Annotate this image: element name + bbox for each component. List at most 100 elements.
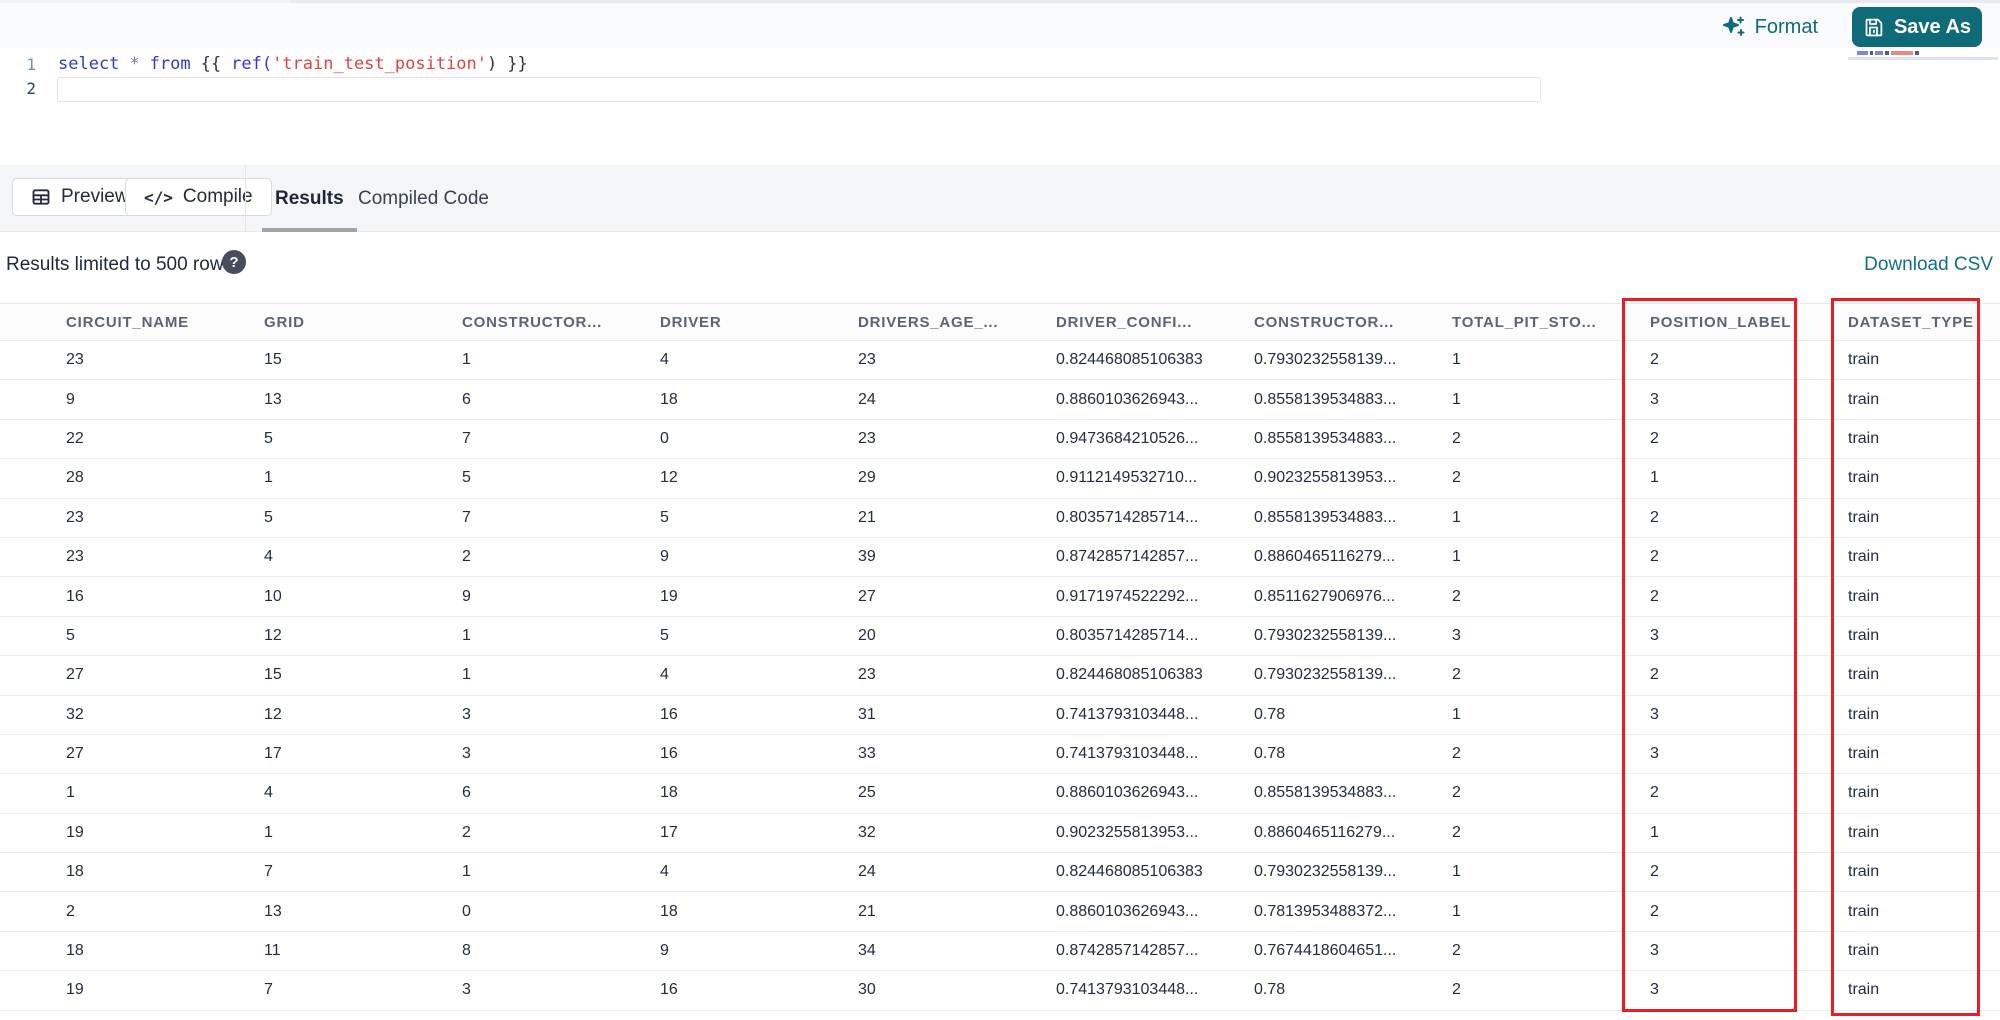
table-row[interactable]: 22 5 7 0 23 0.9473684210526... 0.8558139… [0, 419, 2000, 460]
cell-drivers-age: 24 [858, 390, 876, 408]
results-limit-text: Results limited to 500 rows. [6, 254, 239, 275]
format-button[interactable]: Format [1722, 11, 1818, 43]
cell-grid: 5 [264, 508, 273, 526]
cell-driver-confidence: 0.8742857142857... [1056, 548, 1199, 566]
help-icon[interactable]: ? [222, 250, 246, 274]
download-csv-link[interactable]: Download CSV [1864, 254, 1993, 276]
cell-driver: 18 [660, 390, 678, 408]
table-header-cell[interactable]: CIRCUIT_NAME [66, 314, 264, 331]
table-row[interactable]: 18 7 1 4 24 0.824468085106383 0.79302325… [0, 853, 2000, 893]
cell-total-pit-stops: 1 [1452, 351, 1461, 369]
cell-circuit-name: 23 [66, 548, 84, 566]
cell-driver: 0 [660, 429, 669, 447]
cell-dataset-type: train [1848, 390, 1880, 408]
cell-total-pit-stops: 1 [1452, 705, 1461, 723]
cell-constructor-2: 0.7930232558139... [1254, 626, 1397, 644]
cell-driver: 16 [660, 981, 678, 999]
cell-driver-confidence: 0.9473684210526... [1056, 429, 1199, 447]
cell-constructor: 1 [462, 626, 471, 644]
cell-dataset-type: train [1848, 902, 1880, 920]
results-panel-header: Preview </> Compile Results Compiled Cod… [0, 165, 2000, 232]
table-row[interactable]: 19 1 2 17 32 0.9023255813953... 0.886046… [0, 813, 2000, 854]
cell-position-label: 3 [1650, 745, 1659, 763]
editor-minimap[interactable] [1857, 51, 1919, 55]
cell-position-label: 2 [1650, 784, 1659, 802]
cell-grid: 15 [264, 351, 282, 369]
tab-compiled-code[interactable]: Compiled Code [348, 165, 499, 232]
table-header-cell[interactable]: CONSTRUCTOR... [1254, 314, 1452, 331]
cell-driver: 19 [660, 587, 678, 605]
cell-constructor: 1 [462, 666, 471, 684]
table-row[interactable]: 32 12 3 16 31 0.7413793103448... 0.78 1 … [0, 695, 2000, 735]
dbt-ide-screen: Format Save As 1 2 select * from {{ref('tra… [0, 0, 2000, 1020]
code-editor[interactable]: 1 2 select * from {{ref('train_test_positio… [0, 48, 2000, 165]
cell-position-label: 2 [1650, 587, 1659, 605]
table-row[interactable]: 18 11 8 9 34 0.8742857142857... 0.767441… [0, 931, 2000, 972]
table-row[interactable]: 27 15 1 4 23 0.824468085106383 0.7930232… [0, 656, 2000, 696]
table-header-cell[interactable]: DRIVER_CONFI... [1056, 314, 1254, 331]
cell-constructor: 6 [462, 784, 471, 802]
save-as-button[interactable]: Save As [1852, 7, 1982, 47]
table-header-cell[interactable]: CONSTRUCTOR... [462, 314, 660, 331]
table-row[interactable]: 27 17 3 16 33 0.7413793103448... 0.78 2 … [0, 734, 2000, 775]
sparkle-icon [1722, 15, 1746, 39]
table-header-cell[interactable]: DATASET_TYPE [1848, 314, 2000, 331]
cell-total-pit-stops: 2 [1452, 429, 1461, 447]
cell-position-label: 3 [1650, 942, 1659, 960]
cell-total-pit-stops: 3 [1452, 626, 1461, 644]
cell-driver: 12 [660, 469, 678, 487]
cell-constructor-2: 0.8511627906976... [1254, 587, 1396, 605]
cell-dataset-type: train [1848, 666, 1880, 684]
jinja-open-brace: {{ [200, 54, 222, 74]
cell-grid: 1 [264, 823, 273, 841]
cell-position-label: 2 [1650, 351, 1659, 369]
cell-constructor: 2 [462, 823, 471, 841]
cell-position-label: 2 [1650, 429, 1659, 447]
cell-dataset-type: train [1848, 863, 1880, 881]
cell-drivers-age: 24 [858, 863, 876, 881]
cell-drivers-age: 20 [858, 626, 876, 644]
table-header-cell[interactable]: POSITION_LABEL [1650, 314, 1848, 331]
table-row[interactable]: 23 15 1 4 23 0.824468085106383 0.7930232… [0, 341, 2000, 381]
cell-circuit-name: 2 [66, 902, 75, 920]
table-row[interactable]: 16 10 9 19 27 0.9171974522292... 0.85116… [0, 577, 2000, 617]
cell-circuit-name: 9 [66, 390, 75, 408]
cell-driver-confidence: 0.9023255813953... [1056, 823, 1199, 841]
table-row[interactable]: 2 13 0 18 21 0.8860103626943... 0.781395… [0, 892, 2000, 932]
cell-driver: 5 [660, 626, 669, 644]
cell-constructor-2: 0.8860465116279... [1254, 548, 1396, 566]
cell-grid: 12 [264, 705, 282, 723]
code-line-1[interactable]: select * from {{ref('train_test_position')}… [58, 54, 528, 74]
cell-circuit-name: 5 [66, 626, 75, 644]
cell-total-pit-stops: 1 [1452, 508, 1461, 526]
active-line-highlight [57, 77, 1541, 102]
table-header-cell[interactable]: GRID [264, 314, 462, 331]
save-icon [1863, 17, 1884, 38]
cell-total-pit-stops: 1 [1452, 548, 1461, 566]
sql-star-operator: * [129, 54, 140, 74]
table-row[interactable]: 1 4 6 18 25 0.8860103626943... 0.8558139… [0, 774, 2000, 814]
cell-dataset-type: train [1848, 626, 1880, 644]
table-header-cell[interactable]: TOTAL_PIT_STO... [1452, 314, 1650, 331]
cell-grid: 12 [264, 626, 282, 644]
table-header-cell[interactable]: DRIVERS_AGE_... [858, 314, 1056, 331]
table-row[interactable]: 5 12 1 5 20 0.8035714285714... 0.7930232… [0, 616, 2000, 657]
compile-button[interactable]: </> Compile [125, 178, 272, 216]
table-row[interactable]: 28 1 5 12 29 0.9112149532710... 0.902325… [0, 459, 2000, 499]
cell-constructor: 8 [462, 942, 471, 960]
table-row[interactable]: 23 5 7 5 21 0.8035714285714... 0.8558139… [0, 498, 2000, 538]
cell-constructor: 7 [462, 429, 471, 447]
table-row[interactable]: 23 4 2 9 39 0.8742857142857... 0.8860465… [0, 537, 2000, 578]
table-header-row: CIRCUIT_NAME GRID CONSTRUCTOR... DRIVER DRIV… [0, 303, 2000, 341]
table-row[interactable]: 19 7 3 16 30 0.7413793103448... 0.78 2 3… [0, 971, 2000, 1011]
table-header-cell[interactable]: DRIVER [660, 314, 858, 331]
cell-constructor-2: 0.7930232558139... [1254, 351, 1397, 369]
cell-drivers-age: 32 [858, 823, 876, 841]
table-row[interactable]: 9 13 6 18 24 0.8860103626943... 0.855813… [0, 380, 2000, 420]
cell-dataset-type: train [1848, 705, 1880, 723]
cell-circuit-name: 1 [66, 784, 75, 802]
cell-total-pit-stops: 2 [1452, 942, 1461, 960]
cell-drivers-age: 21 [858, 508, 876, 526]
cell-drivers-age: 39 [858, 548, 876, 566]
tab-results[interactable]: Results [262, 165, 357, 232]
